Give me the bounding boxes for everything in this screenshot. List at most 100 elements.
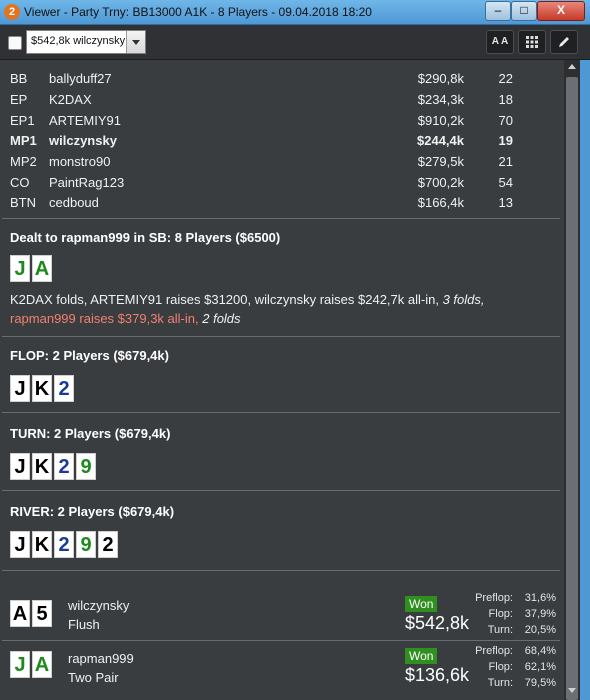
app-icon: 2 [4, 4, 20, 20]
equity-value: 37,9% [524, 608, 556, 620]
player-stack: $290,8k [417, 71, 464, 86]
close-button[interactable]: X [537, 1, 585, 21]
player-name: PaintRag123 [49, 175, 125, 190]
grid-icon [526, 36, 538, 48]
river-header: RIVER: 2 Players ($679,4k) [10, 504, 175, 519]
toolbar: $542,8k wilczynsky A A [0, 25, 590, 60]
player-bb: 21 [498, 154, 513, 169]
player-stack: $700,2k [417, 175, 464, 190]
player-position: BTN [10, 195, 36, 210]
player-name: cedboud [49, 195, 99, 210]
card: J [10, 651, 30, 678]
divider [2, 640, 560, 641]
player-stack: $910,2k [417, 113, 464, 128]
divider [2, 218, 560, 219]
grid-button[interactable] [518, 30, 546, 54]
player-name: wilczynsky [49, 133, 117, 148]
card: A [32, 651, 52, 678]
player-name: monstro90 [49, 154, 111, 169]
player-bb: 18 [498, 92, 513, 107]
card: 2 [98, 531, 118, 558]
equity-label: Preflop: [475, 645, 513, 657]
equity-label: Flop: [488, 608, 513, 620]
vertical-scrollbar[interactable] [564, 60, 580, 700]
text-size-button[interactable]: A A [486, 30, 514, 54]
divider [2, 490, 560, 491]
window-border-right [580, 60, 590, 700]
scroll-down-icon[interactable] [568, 688, 576, 693]
equity-value: 79,5% [524, 677, 556, 689]
player-position: CO [10, 175, 30, 190]
won-badge: Won [405, 596, 438, 612]
player-name: K2DAX [49, 92, 92, 107]
turn-header: TURN: 2 Players ($679,4k) [10, 426, 171, 441]
player-position: BB [10, 71, 28, 86]
clipped-header-row [10, 60, 14, 67]
equity-label: Preflop: [475, 592, 513, 604]
divider [2, 412, 560, 413]
minimize-button[interactable]: – [485, 1, 511, 21]
equity-value: 68,4% [524, 645, 556, 657]
maximize-button[interactable]: □ [511, 1, 537, 21]
card: K [32, 375, 52, 402]
preflop-folds-text: 2 folds [202, 311, 241, 326]
equity-value: 20,5% [524, 624, 556, 636]
player-bb: 70 [498, 113, 513, 128]
card: 9 [76, 531, 96, 558]
hero-action-text: rapman999 raises $379,3k all-in, [10, 311, 199, 326]
player-position: MP2 [10, 154, 37, 169]
card: A [32, 255, 52, 282]
player-stack: $166,4k [417, 195, 464, 210]
preflop-folds-text: 3 folds, [442, 292, 485, 307]
select-checkbox[interactable] [8, 36, 22, 50]
card: 9 [76, 453, 96, 480]
preflop-action-line-1: K2DAX folds, ARTEMIY91 raises $31200, wi… [10, 292, 485, 307]
window-title: Viewer - Party Trny: BB13000 A1K - 8 Pla… [24, 5, 372, 19]
flop-header: FLOP: 2 Players ($679,4k) [10, 348, 169, 363]
player-bb: 54 [498, 175, 513, 190]
showdown-player-name: rapman999 [68, 651, 134, 666]
player-stack: $244,4k [417, 133, 464, 148]
player-stack: $234,3k [417, 92, 464, 107]
equity-value: 62,1% [524, 661, 556, 673]
title-bar: 2 Viewer - Party Trny: BB13000 A1K - 8 P… [0, 0, 590, 25]
edit-button[interactable] [550, 30, 578, 54]
divider [2, 336, 560, 337]
player-bb: 22 [498, 71, 513, 86]
card: 2 [54, 531, 74, 558]
card: 5 [32, 600, 52, 627]
preflop-action-line-2: rapman999 raises $379,3k all-in, 2 folds [10, 311, 241, 326]
card: J [10, 375, 30, 402]
player-select-value: $542,8k wilczynsky [31, 35, 126, 47]
equity-value: 31,6% [524, 592, 556, 604]
player-select[interactable]: $542,8k wilczynsky [26, 30, 146, 54]
card: K [32, 453, 52, 480]
player-bb: 13 [498, 195, 513, 210]
player-bb: 19 [498, 133, 513, 148]
player-stack: $279,5k [417, 154, 464, 169]
card: 2 [54, 453, 74, 480]
player-position: MP1 [10, 133, 37, 148]
equity-label: Turn: [487, 624, 513, 636]
showdown-hand: Flush [68, 617, 100, 632]
player-name: ARTEMIY91 [49, 113, 122, 128]
chevron-down-icon[interactable] [126, 31, 145, 53]
scrollbar-thumb[interactable] [566, 77, 578, 700]
card: J [10, 453, 30, 480]
card: 2 [54, 375, 74, 402]
hand-history-panel: BB ballyduff27 $290,8k 22 EP K2DAX $234,… [0, 60, 564, 700]
player-position: EP1 [10, 113, 35, 128]
card: J [10, 255, 30, 282]
showdown-player-name: wilczynsky [68, 598, 130, 613]
card: J [10, 531, 30, 558]
scroll-up-icon[interactable] [568, 64, 576, 69]
equity-label: Flop: [488, 661, 513, 673]
showdown-hand: Two Pair [68, 670, 119, 685]
divider [2, 570, 560, 571]
won-badge: Won [405, 648, 438, 664]
pencil-icon [559, 37, 569, 47]
player-name: ballyduff27 [49, 71, 112, 86]
card: A [10, 600, 30, 627]
preflop-action-text: K2DAX folds, ARTEMIY91 raises $31200, wi… [10, 292, 439, 307]
card: K [32, 531, 52, 558]
